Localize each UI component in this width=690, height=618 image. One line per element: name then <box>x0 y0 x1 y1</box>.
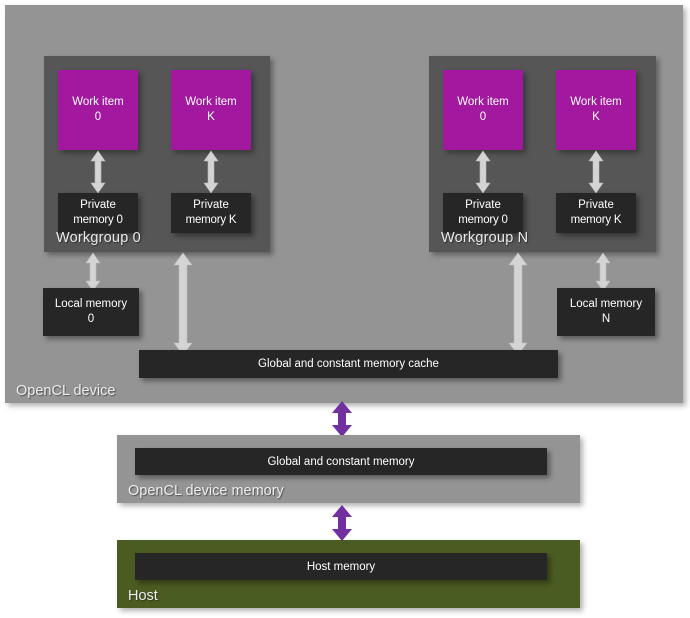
opencl-device-label: OpenCL device <box>16 383 116 399</box>
local-memory-label-line2: 0 <box>87 313 95 325</box>
private-memory-label-line1: Private <box>578 199 614 211</box>
host-panel: Host memory Host <box>117 540 580 608</box>
private-memory-k-wgn: Private memory K <box>556 193 636 233</box>
work-item-0-wgn: Work item 0 <box>443 70 523 150</box>
workgroup-0-panel: Work item 0 Work item K Private memory 0… <box>44 56 270 252</box>
local-memory-label-line2: N <box>601 313 611 325</box>
arrow-workgroup-n-global-cache <box>508 252 528 356</box>
workgroup-n-label: Workgroup N <box>441 230 529 246</box>
arrow-work-item-k-private-memory-k-wg0 <box>203 150 219 194</box>
host-memory-bar: Host memory <box>135 553 547 580</box>
work-item-label-line2: K <box>207 111 215 123</box>
arrow-workgroup-0-local-memory-0 <box>85 252 101 292</box>
local-memory-n: Local memory N <box>557 288 655 336</box>
arrow-work-item-k-private-memory-k-wgn <box>588 150 604 194</box>
workgroup-0-label: Workgroup 0 <box>56 230 141 246</box>
host-memory-label: Host memory <box>306 560 376 573</box>
arrow-device-cache-global-memory <box>331 401 353 437</box>
arrow-work-item-0-private-memory-0-wgn <box>475 150 491 194</box>
work-item-label-line1: Work item <box>72 96 124 108</box>
global-constant-memory-bar: Global and constant memory <box>135 448 547 475</box>
work-item-label-line2: 0 <box>94 111 102 123</box>
work-item-label-line1: Work item <box>185 96 237 108</box>
work-item-k-wg0: Work item K <box>171 70 251 150</box>
private-memory-0-wg0: Private memory 0 <box>58 193 138 233</box>
arrow-workgroup-0-global-cache <box>173 252 193 356</box>
private-memory-label-line1: Private <box>193 199 229 211</box>
private-memory-label-line2: memory 0 <box>458 214 508 226</box>
private-memory-label-line2: memory K <box>185 214 237 226</box>
private-memory-label-line2: memory K <box>570 214 622 226</box>
work-item-label-line2: K <box>592 111 600 123</box>
local-memory-0: Local memory 0 <box>43 288 139 336</box>
local-memory-label-line1: Local memory <box>54 298 128 310</box>
arrow-work-item-0-private-memory-0-wg0 <box>90 150 106 194</box>
work-item-label-line2: 0 <box>479 111 487 123</box>
local-memory-label-line1: Local memory <box>569 298 643 310</box>
work-item-label-line1: Work item <box>457 96 509 108</box>
private-memory-0-wgn: Private memory 0 <box>443 193 523 233</box>
private-memory-label-line1: Private <box>465 199 501 211</box>
global-constant-memory-cache-bar: Global and constant memory cache <box>139 350 558 378</box>
opencl-device-memory-panel: Global and constant memory OpenCL device… <box>117 435 580 503</box>
arrow-global-memory-host-memory <box>331 505 353 541</box>
work-item-label-line1: Work item <box>570 96 622 108</box>
global-constant-memory-cache-label: Global and constant memory cache <box>258 358 439 370</box>
workgroup-n-panel: Work item 0 Work item K Private memory 0… <box>429 56 656 252</box>
work-item-0-wg0: Work item 0 <box>58 70 138 150</box>
opencl-device-panel: Work item 0 Work item K Private memory 0… <box>5 5 683 403</box>
opencl-device-memory-label: OpenCL device memory <box>128 483 284 499</box>
arrow-workgroup-n-local-memory-n <box>595 252 611 292</box>
global-constant-memory-label: Global and constant memory <box>267 455 415 468</box>
private-memory-label-line2: memory 0 <box>73 214 123 226</box>
private-memory-k-wg0: Private memory K <box>171 193 251 233</box>
work-item-k-wgn: Work item K <box>556 70 636 150</box>
private-memory-label-line1: Private <box>80 199 116 211</box>
host-label: Host <box>128 588 158 604</box>
